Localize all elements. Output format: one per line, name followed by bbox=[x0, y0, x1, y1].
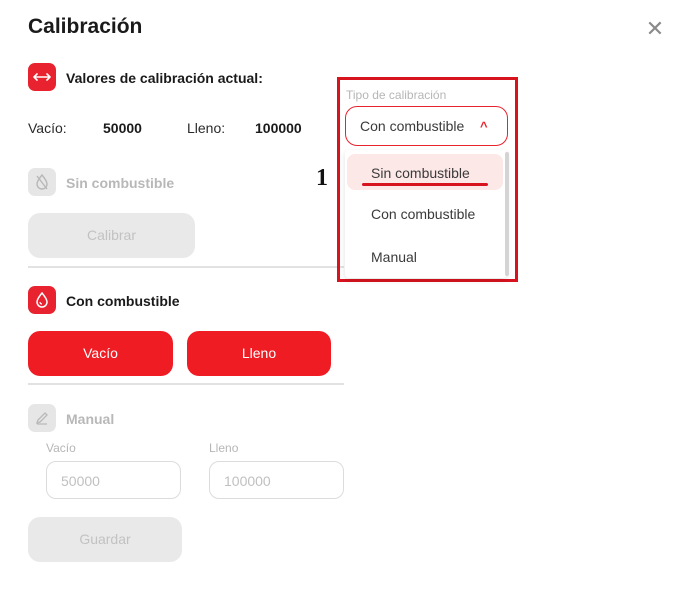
manual-vacio-input[interactable]: 50000 bbox=[46, 461, 181, 499]
lleno-button[interactable]: Lleno bbox=[187, 331, 331, 376]
calibration-range-icon bbox=[28, 63, 56, 91]
current-lleno-value: 100000 bbox=[255, 120, 302, 136]
option-manual[interactable]: Manual bbox=[347, 238, 503, 274]
fuel-drop-icon bbox=[28, 286, 56, 314]
manual-lleno-input[interactable]: 100000 bbox=[209, 461, 344, 499]
pencil-icon bbox=[28, 404, 56, 432]
select-value: Con combustible bbox=[360, 118, 465, 134]
manual-vacio-label: Vacío bbox=[46, 441, 76, 455]
vacio-button[interactable]: Vacío bbox=[28, 331, 173, 376]
step-number: 1 bbox=[316, 165, 328, 191]
current-vacio-label: Vacío: bbox=[28, 120, 67, 136]
option-highlight-underline bbox=[362, 183, 488, 186]
calibration-type-select[interactable]: Con combustible ^ bbox=[345, 106, 508, 146]
menu-scrollbar[interactable] bbox=[505, 152, 509, 276]
option-con-combustible[interactable]: Con combustible bbox=[347, 195, 503, 231]
guardar-button[interactable]: Guardar bbox=[28, 517, 182, 562]
sin-combustible-title: Sin combustible bbox=[66, 175, 175, 191]
current-values-title: Valores de calibración actual: bbox=[66, 70, 263, 86]
chevron-up-icon: ^ bbox=[480, 119, 488, 134]
no-fuel-drop-icon bbox=[28, 168, 56, 196]
page-title: Calibración bbox=[28, 15, 143, 38]
manual-lleno-label: Lleno bbox=[209, 441, 239, 455]
close-icon[interactable]: ✕ bbox=[644, 18, 666, 40]
section-divider bbox=[28, 383, 344, 385]
con-combustible-title: Con combustible bbox=[66, 293, 180, 309]
section-divider bbox=[28, 266, 344, 268]
current-lleno-label: Lleno: bbox=[187, 120, 226, 136]
manual-title: Manual bbox=[66, 411, 115, 427]
calibrar-button[interactable]: Calibrar bbox=[28, 213, 195, 258]
calibration-type-menu: Sin combustible Con combustible Manual bbox=[345, 150, 507, 278]
calibration-type-label: Tipo de calibración bbox=[346, 88, 447, 102]
current-vacio-value: 50000 bbox=[103, 120, 142, 136]
